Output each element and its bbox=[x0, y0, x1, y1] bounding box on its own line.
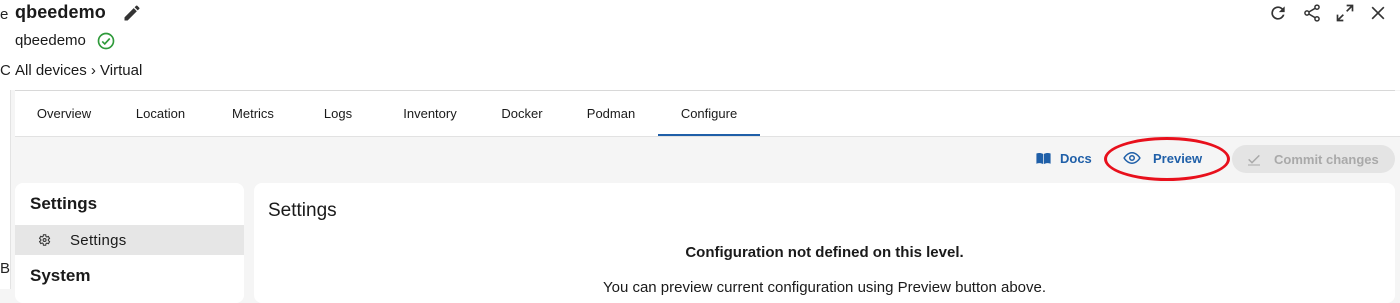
device-title: qbeedemo bbox=[15, 2, 106, 22]
docs-label: Docs bbox=[1060, 150, 1092, 166]
device-name: qbeedemo bbox=[15, 32, 86, 49]
settings-sidebar: Settings Settings System bbox=[15, 183, 244, 303]
device-header: qbeedemo qbeedemo All devices › Virtual bbox=[10, 0, 1400, 90]
tab-location[interactable]: Location bbox=[113, 91, 208, 135]
docs-button[interactable]: Docs bbox=[1035, 145, 1092, 171]
check-icon bbox=[1248, 154, 1260, 166]
notice-text: You can preview current configuration us… bbox=[602, 279, 1047, 296]
tab-configure[interactable]: Configure bbox=[658, 91, 760, 136]
settings-panel: Settings Configuration not defined on th… bbox=[254, 183, 1395, 303]
tab-docker[interactable]: Docker bbox=[482, 91, 562, 135]
tab-overview[interactable]: Overview bbox=[15, 91, 113, 135]
sidebar-section-system: System bbox=[30, 266, 91, 285]
action-bar: Docs Preview Commit changes bbox=[15, 137, 1400, 179]
sidebar-item-label: Settings bbox=[70, 231, 127, 249]
share-icon[interactable] bbox=[1302, 3, 1322, 28]
tab-inventory[interactable]: Inventory bbox=[378, 91, 482, 135]
notice-title: Configuration not defined on this level. bbox=[685, 244, 964, 261]
commit-label: Commit changes bbox=[1274, 151, 1379, 167]
edge-char: e bbox=[0, 6, 9, 23]
edge-char: B bbox=[0, 260, 11, 277]
panel-title: Settings bbox=[268, 200, 337, 221]
sidebar-heading: Settings bbox=[30, 194, 98, 213]
tab-logs[interactable]: Logs bbox=[298, 91, 378, 135]
book-icon bbox=[1036, 152, 1051, 164]
close-icon[interactable] bbox=[1368, 3, 1388, 28]
commit-changes-button[interactable]: Commit changes bbox=[1232, 145, 1395, 173]
tab-metrics[interactable]: Metrics bbox=[208, 91, 298, 135]
breadcrumb[interactable]: All devices › Virtual bbox=[15, 62, 142, 79]
preview-label: Preview bbox=[1153, 150, 1203, 166]
refresh-icon[interactable] bbox=[1268, 3, 1288, 28]
expand-icon[interactable] bbox=[1335, 3, 1355, 28]
preview-button[interactable]: Preview bbox=[1123, 145, 1202, 171]
gear-icon bbox=[38, 234, 51, 246]
check-circle-icon bbox=[96, 31, 116, 51]
tab-bar: Overview Location Metrics Logs Inventory… bbox=[15, 91, 1400, 137]
sidebar-item-settings[interactable]: Settings bbox=[15, 225, 244, 255]
edit-icon[interactable] bbox=[122, 3, 142, 23]
tab-podman[interactable]: Podman bbox=[562, 91, 660, 135]
eye-icon bbox=[1123, 151, 1141, 165]
